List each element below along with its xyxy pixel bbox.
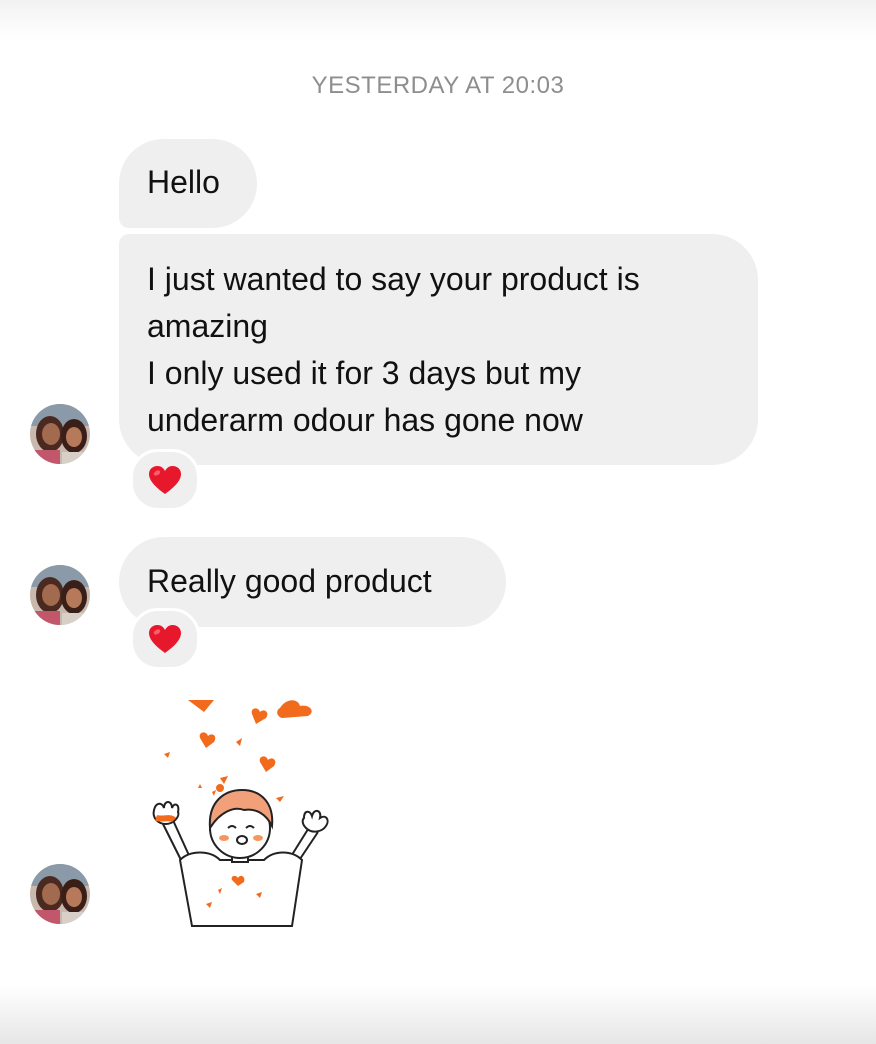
avatar-photo	[30, 565, 90, 625]
message-text-line: underarm odour has gone now	[147, 402, 583, 438]
message-text-line: amazing	[147, 308, 268, 344]
red-heart-icon	[149, 625, 181, 653]
message-text: Really good product	[147, 563, 432, 599]
avatar[interactable]	[30, 565, 90, 625]
avatar[interactable]	[30, 404, 90, 464]
sticker-illustration	[152, 700, 329, 927]
message-text-line: I only used it for 3 days but my	[147, 355, 581, 391]
avatar-photo	[30, 404, 90, 464]
message-reaction[interactable]	[130, 449, 200, 511]
girl-with-falling-hearts-sticker[interactable]	[140, 690, 340, 930]
avatar[interactable]	[30, 864, 90, 924]
top-bar	[0, 0, 876, 40]
red-heart-icon	[149, 466, 181, 494]
message-text-line: I just wanted to say your product is	[147, 261, 640, 297]
message-bubble-product-review[interactable]: I just wanted to say your product is ama…	[119, 234, 758, 465]
bottom-bar	[0, 985, 876, 1044]
message-timestamp: YESTERDAY AT 20:03	[311, 72, 565, 99]
message-text: Hello	[147, 164, 220, 200]
message-reaction[interactable]	[130, 608, 200, 670]
message-bubble-hello[interactable]: Hello	[119, 139, 257, 228]
avatar-photo	[30, 864, 90, 924]
